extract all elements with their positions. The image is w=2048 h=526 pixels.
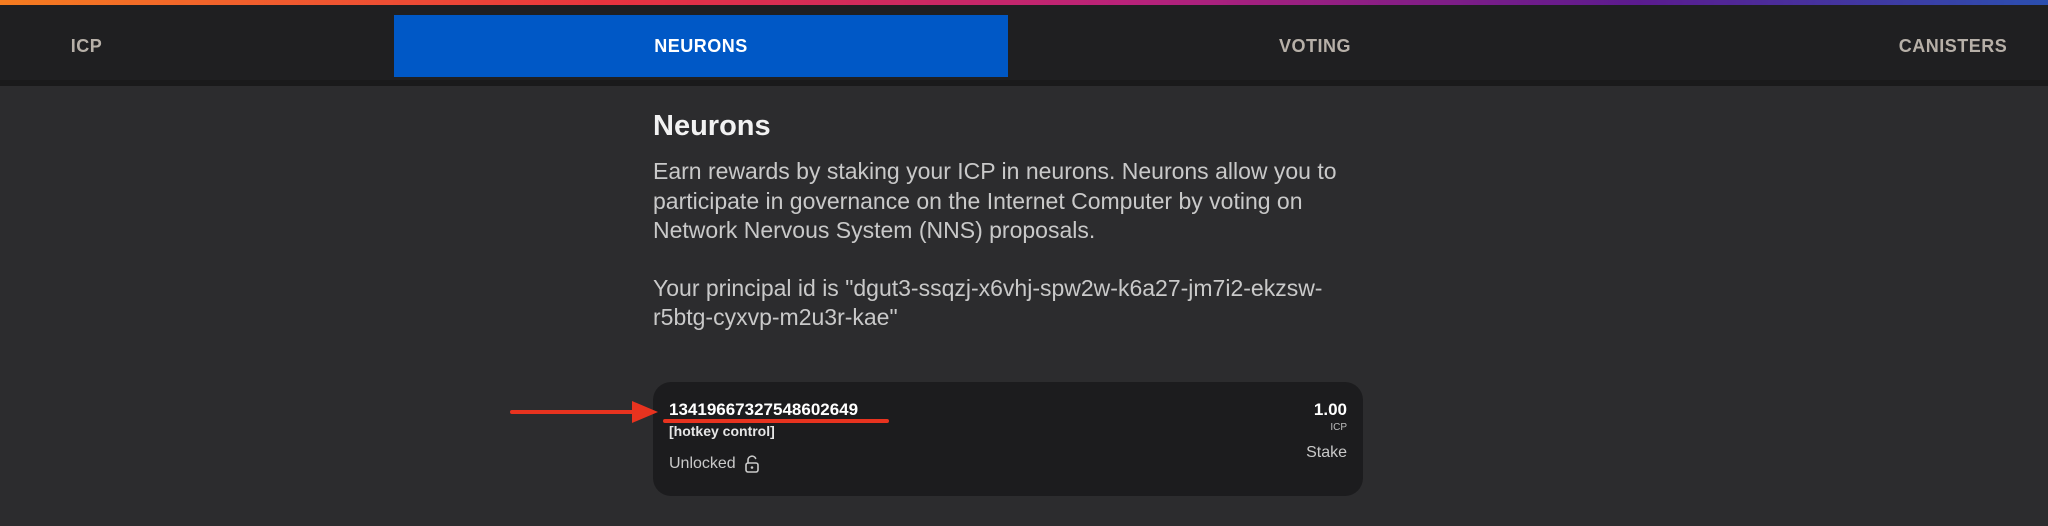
nav-divider: [0, 80, 2048, 86]
neuron-status-label: Unlocked: [669, 455, 736, 472]
neurons-intro: Neurons Earn rewards by staking your ICP…: [653, 110, 1363, 333]
annotation-arrow-icon: [510, 401, 658, 423]
tab-canisters[interactable]: CANISTERS: [1858, 15, 2048, 77]
page-title: Neurons: [653, 110, 771, 142]
tab-neurons[interactable]: NEURONS: [394, 15, 1008, 77]
neuron-card[interactable]: 13419667327548602649 [hotkey control] Un…: [653, 382, 1363, 496]
main-nav-tabs: ICP NEURONS VOTING CANISTERS: [0, 5, 2048, 86]
unlocked-padlock-icon: [744, 455, 759, 473]
tab-voting[interactable]: VOTING: [1008, 15, 1622, 77]
neurons-description: Earn rewards by staking your ICP in neur…: [653, 158, 1337, 243]
hotkey-control-tag: [hotkey control]: [669, 423, 775, 439]
tab-icp[interactable]: ICP: [0, 15, 173, 77]
stake-amount: 1.00: [1313, 400, 1347, 419]
stake-label: Stake: [1306, 444, 1347, 461]
stake-unit: ICP: [1330, 422, 1347, 433]
neuron-id: 13419667327548602649: [669, 400, 859, 419]
annotation-underline: [663, 419, 889, 423]
principal-id-text: Your principal id is "dgut3-ssqzj-x6vhj-…: [653, 274, 1323, 331]
neuron-status: Unlocked: [669, 455, 760, 473]
